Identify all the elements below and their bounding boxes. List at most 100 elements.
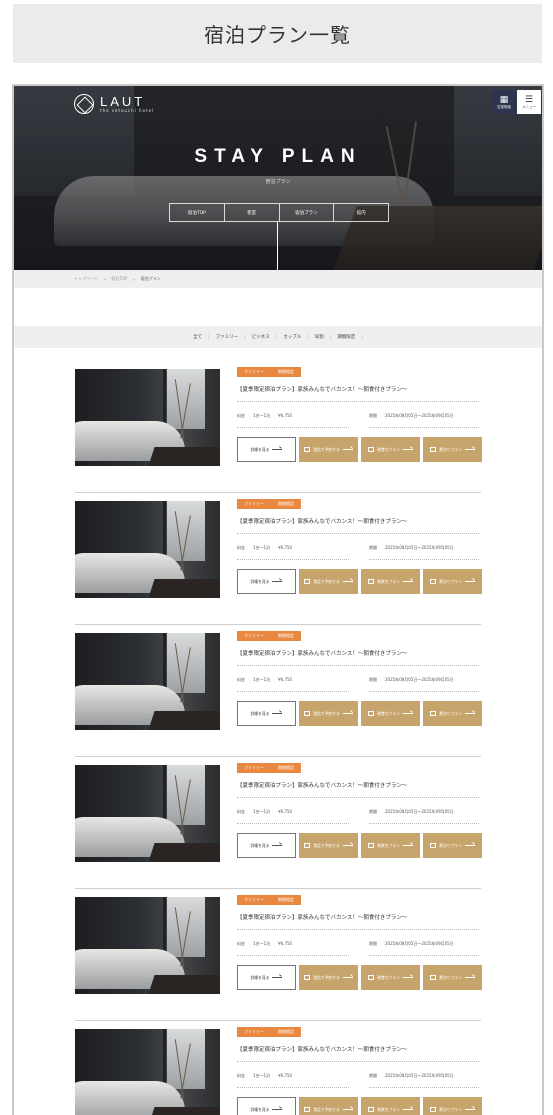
plan-photo[interactable] xyxy=(75,765,220,862)
filter-all[interactable]: 全て xyxy=(193,334,202,340)
filter-couple[interactable]: カップル xyxy=(283,334,301,340)
plan-detail-button[interactable]: 詳細を見る xyxy=(237,1097,296,1115)
filter-business[interactable]: ビジネス xyxy=(252,334,270,340)
arrow-right-icon xyxy=(402,581,413,582)
filter-early[interactable]: 早割 xyxy=(315,334,324,340)
calendar-icon xyxy=(430,975,437,980)
reserve-button[interactable]: ▦ 空室検索 xyxy=(492,90,516,114)
breadcrumb-current: 宿泊プラン xyxy=(140,276,161,281)
plan-photo[interactable] xyxy=(75,633,220,730)
logo-subtitle: the setouchi hotel xyxy=(100,108,155,113)
plan-tag: 期間限定 xyxy=(271,367,301,377)
plan-web-button[interactable]: 素泊りプラン xyxy=(423,965,482,990)
plan-filter-bar: 全て | ファミリー | ビジネス | カップル | 早割 | 期間限定 | xyxy=(14,326,542,348)
hero-nav-facility[interactable]: 館内 xyxy=(334,204,388,221)
site-logo[interactable]: LAUT the setouchi hotel xyxy=(74,94,154,114)
arrow-right-icon xyxy=(342,845,353,846)
plan-price: 料金 1名〜1泊 ¥6,750 xyxy=(237,1073,293,1078)
plan-tag: 期間限定 xyxy=(271,631,301,641)
plan-title[interactable]: 【夏季限定宿泊プラン】家族みんなでバカンス！〜朝食付きプラン〜 xyxy=(237,517,407,525)
plan-photo[interactable] xyxy=(75,501,220,598)
plan-web-button[interactable]: 素泊りプラン xyxy=(423,701,482,726)
plan-tag: ファミリー xyxy=(237,763,271,773)
plan-price: 料金 1名〜1泊 ¥6,750 xyxy=(237,941,293,946)
plan-detail-button[interactable]: 詳細を見る xyxy=(237,833,296,858)
hero-nav-stay-top[interactable]: 宿泊TOP xyxy=(170,204,225,221)
hero-title: STAY PLAN xyxy=(194,146,362,167)
plan-card: ファミリー 期間限定 【夏季限定宿泊プラン】家族みんなでバカンス！〜朝食付きプラ… xyxy=(75,493,482,625)
plan-tag: ファミリー xyxy=(237,631,271,641)
arrow-right-icon xyxy=(272,845,283,846)
plan-photo[interactable] xyxy=(75,369,220,466)
breadcrumb-home[interactable]: トップページ xyxy=(74,276,98,282)
logo-mark-icon xyxy=(74,94,94,114)
plan-web-button[interactable]: 朝食付プラン xyxy=(361,569,420,594)
plan-tel-button[interactable]: 電話で予約する xyxy=(299,437,358,462)
plan-title[interactable]: 【夏季限定宿泊プラン】家族みんなでバカンス！〜朝食付きプラン〜 xyxy=(237,1045,407,1053)
phone-icon xyxy=(304,447,311,452)
calendar-icon xyxy=(430,447,437,452)
plan-detail-button[interactable]: 詳細を見る xyxy=(237,965,296,990)
plan-photo[interactable] xyxy=(75,1029,220,1115)
calendar-icon xyxy=(368,843,375,848)
plan-tag: 期間限定 xyxy=(271,1027,301,1037)
hero: LAUT the setouchi hotel ▦ 空室検索 ☰ メニュー ST… xyxy=(14,86,542,270)
calendar-icon xyxy=(430,579,437,584)
plan-price: 料金 1名〜1泊 ¥6,750 xyxy=(237,413,293,418)
plan-tel-button[interactable]: 電話で予約する xyxy=(299,701,358,726)
plan-photo[interactable] xyxy=(75,897,220,994)
breadcrumb-stay-top[interactable]: 宿泊TOP xyxy=(111,276,127,282)
hero-nav: 宿泊TOP 客室 宿泊プラン 館内 xyxy=(169,203,389,222)
plan-tel-button[interactable]: 電話で予約する xyxy=(299,833,358,858)
plan-detail-button[interactable]: 詳細を見る xyxy=(237,437,296,462)
arrow-right-icon xyxy=(402,1109,413,1110)
plan-tel-button[interactable]: 電話で予約する xyxy=(299,965,358,990)
plan-title[interactable]: 【夏季限定宿泊プラン】家族みんなでバカンス！〜朝食付きプラン〜 xyxy=(237,649,407,657)
plan-web-button[interactable]: 素泊りプラン xyxy=(423,833,482,858)
plan-title[interactable]: 【夏季限定宿泊プラン】家族みんなでバカンス！〜朝食付きプラン〜 xyxy=(237,913,407,921)
plan-title[interactable]: 【夏季限定宿泊プラン】家族みんなでバカンス！〜朝食付きプラン〜 xyxy=(237,385,407,393)
arrow-right-icon xyxy=(402,449,413,450)
filter-family[interactable]: ファミリー xyxy=(216,334,239,340)
arrow-right-icon xyxy=(342,977,353,978)
plan-tel-button[interactable]: 電話で予約する xyxy=(299,1097,358,1115)
plan-period: 期間 2025年08月05日〜2025年09月05日 xyxy=(369,1073,454,1078)
arrow-right-icon xyxy=(464,977,475,978)
plan-period: 期間 2025年08月05日〜2025年09月05日 xyxy=(369,941,454,946)
plan-detail-button[interactable]: 詳細を見る xyxy=(237,569,296,594)
calendar-icon xyxy=(430,843,437,848)
plan-card: ファミリー 期間限定 【夏季限定宿泊プラン】家族みんなでバカンス！〜朝食付きプラ… xyxy=(75,361,482,493)
plan-web-button[interactable]: 素泊りプラン xyxy=(423,1097,482,1115)
plan-web-button[interactable]: 朝食付プラン xyxy=(361,437,420,462)
plan-web-button[interactable]: 素泊りプラン xyxy=(423,437,482,462)
plan-web-button[interactable]: 朝食付プラン xyxy=(361,1097,420,1115)
plan-period: 期間 2025年08月05日〜2025年09月05日 xyxy=(369,677,454,682)
hero-nav-plans[interactable]: 宿泊プラン xyxy=(280,204,335,221)
phone-icon xyxy=(304,975,311,980)
plan-tel-button[interactable]: 電話で予約する xyxy=(299,569,358,594)
hero-nav-rooms[interactable]: 客室 xyxy=(225,204,280,221)
filter-limited[interactable]: 期間限定 xyxy=(337,334,355,340)
plan-detail-button[interactable]: 詳細を見る xyxy=(237,701,296,726)
calendar-icon xyxy=(368,1107,375,1112)
plan-card: ファミリー 期間限定 【夏季限定宿泊プラン】家族みんなでバカンス！〜朝食付きプラ… xyxy=(75,889,482,1021)
plan-price: 料金 1名〜1泊 ¥6,750 xyxy=(237,809,293,814)
plan-card: ファミリー 期間限定 【夏季限定宿泊プラン】家族みんなでバカンス！〜朝食付きプラ… xyxy=(75,1021,482,1115)
menu-button[interactable]: ☰ メニュー xyxy=(517,90,541,114)
plan-card: ファミリー 期間限定 【夏季限定宿泊プラン】家族みんなでバカンス！〜朝食付きプラ… xyxy=(75,757,482,889)
arrow-right-icon xyxy=(342,581,353,582)
phone-icon xyxy=(304,843,311,848)
plan-tag: 期間限定 xyxy=(271,499,301,509)
plan-web-button[interactable]: 素泊りプラン xyxy=(423,569,482,594)
arrow-right-icon xyxy=(272,449,283,450)
plan-web-button[interactable]: 朝食付プラン xyxy=(361,701,420,726)
arrow-right-icon xyxy=(464,1109,475,1110)
plan-period: 期間 2025年08月05日〜2025年09月05日 xyxy=(369,545,454,550)
calendar-icon xyxy=(368,579,375,584)
plan-title[interactable]: 【夏季限定宿泊プラン】家族みんなでバカンス！〜朝食付きプラン〜 xyxy=(237,781,407,789)
plan-web-button[interactable]: 朝食付プラン xyxy=(361,965,420,990)
arrow-right-icon xyxy=(464,449,475,450)
plan-web-button[interactable]: 朝食付プラン xyxy=(361,833,420,858)
arrow-right-icon xyxy=(342,449,353,450)
page-header: 宿泊プラン一覧 xyxy=(13,4,542,63)
